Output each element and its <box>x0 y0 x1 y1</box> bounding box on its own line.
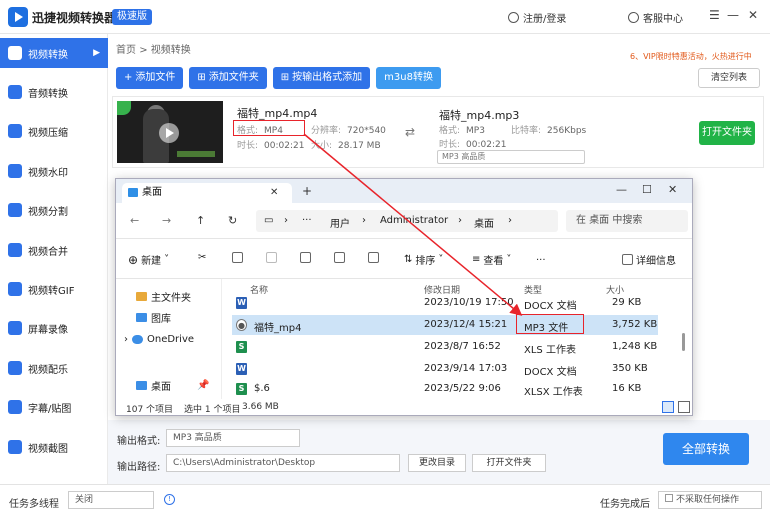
annotation-arrow <box>303 133 523 316</box>
app-window: 迅捷视频转换器 极速版 注册/登录 客服中心 ☰ — ✕ 视频转换 ▶ 音频转换… <box>0 0 770 519</box>
